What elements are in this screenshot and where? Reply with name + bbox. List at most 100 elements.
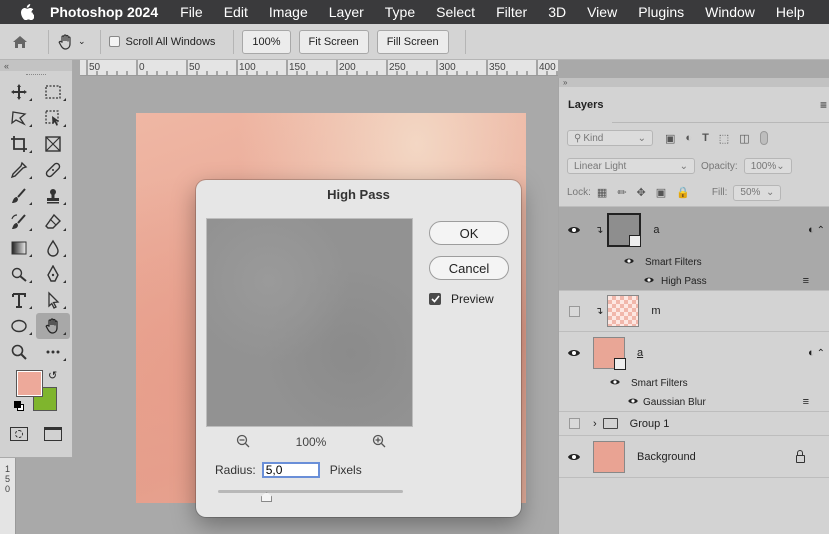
smart-filter-indicator-icon[interactable]: ◐ xyxy=(808,347,815,359)
layer-name[interactable]: m xyxy=(651,305,660,317)
stamp-tool-icon[interactable] xyxy=(36,183,70,209)
layer-item[interactable]: ↴ a ◐ ⌃ Smart Filters High Pass ≡ xyxy=(559,207,829,291)
eye-icon[interactable] xyxy=(559,225,589,235)
layer-name[interactable]: a xyxy=(637,347,643,359)
hand-tool-preset-icon[interactable]: ⌄ xyxy=(57,33,86,51)
filter-blending-options-icon[interactable]: ≡ xyxy=(803,275,809,287)
collapse-toolbox-icon[interactable]: « xyxy=(0,60,72,71)
menu-edit[interactable]: Edit xyxy=(224,4,248,20)
filter-name[interactable]: Gaussian Blur xyxy=(643,397,706,408)
lock-all-icon[interactable]: 🔒 xyxy=(676,186,690,199)
shape-filter-icon[interactable]: ⬚ xyxy=(719,132,729,145)
lock-position-icon[interactable]: ✥ xyxy=(637,186,646,199)
radius-input[interactable] xyxy=(261,462,320,478)
apple-icon[interactable] xyxy=(18,3,36,21)
visibility-toggle[interactable] xyxy=(559,305,589,317)
menu-select[interactable]: Select xyxy=(436,4,475,20)
smart-filters-label[interactable]: Smart Filters xyxy=(645,257,702,268)
pen-tool-icon[interactable] xyxy=(36,261,70,287)
healing-brush-tool-icon[interactable] xyxy=(36,157,70,183)
blur-tool-icon[interactable] xyxy=(36,235,70,261)
menu-plugins[interactable]: Plugins xyxy=(638,4,684,20)
lock-transparency-icon[interactable]: ▦ xyxy=(597,186,607,199)
smart-filter-indicator-icon[interactable]: ◐ xyxy=(808,224,815,236)
filter-toggle-icon[interactable] xyxy=(759,131,768,145)
zoom-in-icon[interactable] xyxy=(372,434,386,451)
ellipse-tool-icon[interactable] xyxy=(2,313,36,339)
zoom-out-icon[interactable] xyxy=(236,434,250,451)
menu-image[interactable]: Image xyxy=(269,4,308,20)
default-colors-icon[interactable] xyxy=(14,401,24,411)
screen-mode-icon[interactable] xyxy=(44,427,62,441)
object-selection-tool-icon[interactable] xyxy=(36,105,70,131)
eye-icon[interactable] xyxy=(643,276,655,287)
visibility-toggle[interactable] xyxy=(559,418,589,429)
fill-screen-button[interactable]: Fill Screen xyxy=(376,29,449,54)
smart-filter-item[interactable]: Gaussian Blur ≡ xyxy=(559,393,829,412)
lasso-tool-icon[interactable] xyxy=(2,105,36,131)
fit-screen-button[interactable]: Fit Screen xyxy=(298,29,369,54)
eraser-tool-icon[interactable] xyxy=(36,209,70,235)
app-name-menu[interactable]: Photoshop 2024 xyxy=(50,4,158,20)
type-tool-icon[interactable] xyxy=(2,287,36,313)
checkbox-box[interactable] xyxy=(108,36,120,47)
eye-icon[interactable] xyxy=(623,257,635,268)
layer-item[interactable]: a ◐ ⌃ Smart Filters Gaussian Blur ≡ xyxy=(559,332,829,412)
menu-view[interactable]: View xyxy=(587,4,617,20)
collapse-effects-icon[interactable]: ⌃ xyxy=(817,348,825,359)
gradient-tool-icon[interactable] xyxy=(2,235,36,261)
foreground-color-swatch[interactable] xyxy=(16,370,43,397)
layer-name[interactable]: a xyxy=(653,224,659,236)
lock-artboard-icon[interactable]: ▣ xyxy=(656,186,666,199)
collapse-effects-icon[interactable]: ⌃ xyxy=(817,225,825,236)
lock-icon[interactable] xyxy=(796,449,805,463)
radius-slider-thumb[interactable] xyxy=(261,492,273,502)
ok-button[interactable]: OK xyxy=(429,221,509,245)
image-filter-icon[interactable]: ▣ xyxy=(665,132,675,145)
expand-group-icon[interactable]: › xyxy=(593,418,597,430)
eyedropper-tool-icon[interactable] xyxy=(2,157,36,183)
zoom-tool-icon[interactable] xyxy=(2,339,36,365)
lock-pixels-icon[interactable]: ✏ xyxy=(617,186,626,199)
menu-layer[interactable]: Layer xyxy=(329,4,364,20)
frame-tool-icon[interactable] xyxy=(36,131,70,157)
brush-tool-icon[interactable] xyxy=(2,183,36,209)
layer-name[interactable]: Background xyxy=(637,451,696,463)
hand-tool-icon[interactable] xyxy=(36,313,70,339)
eye-icon[interactable] xyxy=(627,397,639,408)
filter-blending-options-icon[interactable]: ≡ xyxy=(803,396,809,408)
kind-filter-dropdown[interactable]: ⚲ Kind ⌄ xyxy=(567,130,653,146)
layer-name[interactable]: Group 1 xyxy=(630,418,670,430)
smart-filter-item[interactable]: High Pass ≡ xyxy=(559,272,829,291)
filter-preview[interactable] xyxy=(206,218,413,427)
zoom-100-button[interactable]: 100% xyxy=(242,29,291,54)
dodge-tool-icon[interactable] xyxy=(2,261,36,287)
menu-filter[interactable]: Filter xyxy=(496,4,527,20)
layer-item[interactable]: Background xyxy=(559,436,829,478)
scroll-all-windows-checkbox[interactable]: Scroll All Windows xyxy=(108,36,215,48)
move-tool-icon[interactable] xyxy=(2,79,36,105)
history-brush-tool-icon[interactable] xyxy=(2,209,36,235)
menu-file[interactable]: File xyxy=(180,4,203,20)
adjustment-filter-icon[interactable]: ◐ xyxy=(685,132,692,144)
fill-input[interactable]: 50% ⌄ xyxy=(733,184,782,201)
eye-icon[interactable] xyxy=(559,348,589,358)
more-tools-icon[interactable] xyxy=(36,339,70,365)
path-selection-tool-icon[interactable] xyxy=(36,287,70,313)
marquee-tool-icon[interactable] xyxy=(36,79,70,105)
menu-window[interactable]: Window xyxy=(705,4,755,20)
home-icon[interactable] xyxy=(0,35,40,49)
quick-mask-icon[interactable] xyxy=(10,427,28,441)
eye-icon[interactable] xyxy=(609,378,621,389)
smart-filters-label[interactable]: Smart Filters xyxy=(631,378,688,389)
swap-colors-icon[interactable]: ↺ xyxy=(48,369,57,382)
menu-help[interactable]: Help xyxy=(776,4,805,20)
layer-group-item[interactable]: › Group 1 xyxy=(559,412,829,436)
smart-object-filter-icon[interactable]: ◫ xyxy=(739,132,749,145)
layer-item[interactable]: ↴ m xyxy=(559,291,829,332)
type-filter-icon[interactable]: T xyxy=(702,132,709,144)
preview-checkbox[interactable]: Preview xyxy=(429,292,494,306)
opacity-input[interactable]: 100% ⌄ xyxy=(743,158,792,174)
eye-icon[interactable] xyxy=(559,452,589,462)
tab-layers[interactable]: Layers xyxy=(559,86,613,123)
